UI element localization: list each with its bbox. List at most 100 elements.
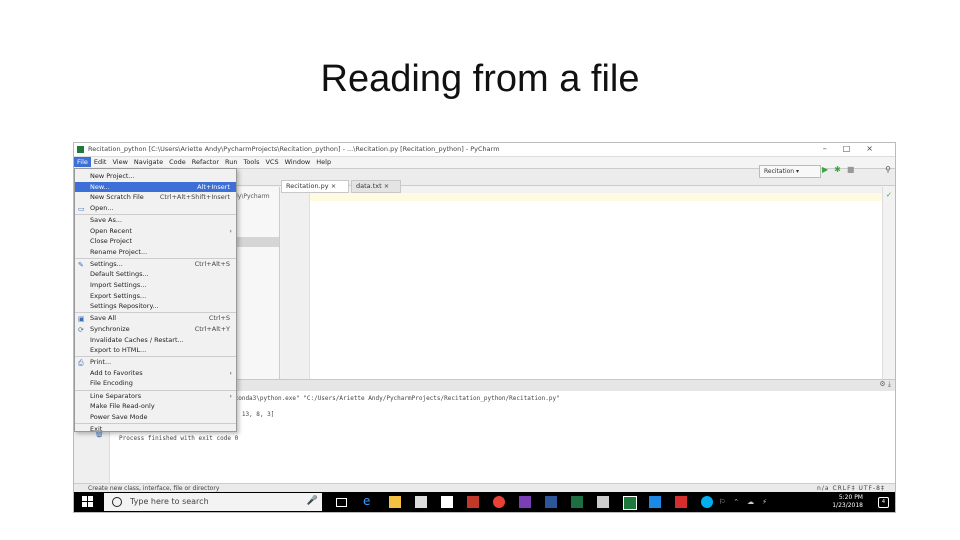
console-exit-message: Process finished with exit code 0 [119, 435, 239, 442]
run-toolbar: ▶✱■ [822, 165, 860, 174]
file-menu-item-label: New... [90, 182, 110, 191]
excel-icon[interactable] [571, 496, 583, 508]
file-menu-item-label: Open Recent [90, 226, 132, 235]
code-editor[interactable] [310, 193, 882, 379]
chrome-icon[interactable] [493, 496, 505, 508]
file-menu-item-label: Print... [90, 358, 112, 367]
file-menu-item-label: Open... [90, 203, 114, 212]
search-everywhere-icon[interactable]: ⚲ [885, 165, 891, 174]
file-menu-item-label: New Scratch File [90, 193, 144, 202]
camera-app-icon[interactable] [467, 496, 479, 508]
app-icon[interactable] [649, 496, 661, 508]
edge-icon[interactable]: e [363, 494, 375, 508]
clock-date: 1/23/2018 [832, 502, 863, 509]
file-menu-item[interactable]: ▣ Save All Ctrl+S [75, 313, 236, 323]
settings-gear-icon[interactable]: ⚙ ⤓ [879, 380, 891, 389]
file-menu-item[interactable]: Default Settings... [75, 269, 236, 279]
onenote-icon[interactable] [519, 496, 531, 508]
file-menu-item[interactable]: Invalidate Caches / Restart... [75, 335, 236, 345]
debug-icon[interactable]: ✱ [834, 165, 847, 174]
file-menu-item[interactable]: Settings Repository... [75, 301, 236, 311]
tab-recitation-py[interactable]: Recitation.py × [281, 180, 349, 193]
pycharm-screenshot: Recitation_python [C:\Users\Ariette Andy… [73, 142, 896, 513]
notification-icon[interactable]: 4 [878, 497, 889, 508]
run-config-select[interactable]: Recitation ▾ [759, 165, 821, 178]
word-icon[interactable] [545, 496, 557, 508]
file-menu-item[interactable]: ▭ Open... [75, 203, 236, 213]
menu-vcs[interactable]: VCS [262, 157, 281, 167]
file-menu-item[interactable]: Export to HTML... [75, 345, 236, 355]
system-tray[interactable]: ⚐⌃☁⚡ [719, 498, 775, 506]
file-menu-item-label: Rename Project... [90, 247, 148, 256]
file-menu-item[interactable]: Save As... [75, 215, 236, 225]
microphone-icon[interactable]: 🎤 [307, 496, 318, 506]
menu-code[interactable]: Code [166, 157, 189, 167]
file-menu-item[interactable]: Rename Project... [75, 247, 236, 257]
submenu-arrow-icon: › [229, 226, 232, 235]
run-icon[interactable]: ▶ [822, 165, 834, 174]
file-menu-item-label: Settings Repository... [90, 302, 159, 311]
window-controls[interactable]: –□× [823, 144, 889, 153]
menu-file[interactable]: File [74, 157, 91, 167]
file-menu-item-label: Close Project [90, 237, 133, 246]
folder-icon: ▭ [78, 204, 85, 213]
menu-run[interactable]: Run [222, 157, 240, 167]
file-menu-item[interactable]: Make File Read-only [75, 401, 236, 411]
windows-taskbar: Type here to search 🎤 e ⚐⌃☁⚡ 5:20 PM 1/2… [74, 492, 895, 512]
taskbar-clock[interactable]: 5:20 PM 1/23/2018 [832, 494, 863, 510]
file-menu-item[interactable]: File Encoding [75, 378, 236, 388]
editor-gutter [281, 193, 310, 379]
file-menu-item[interactable]: Export Settings... [75, 291, 236, 301]
taskbar-search[interactable]: Type here to search 🎤 [104, 493, 322, 511]
file-menu-item-label: Invalidate Caches / Restart... [90, 335, 184, 344]
minimize-button[interactable]: – [823, 144, 843, 153]
save-icon: ▣ [78, 315, 85, 324]
file-menu-item[interactable]: ⟳ Synchronize Ctrl+Alt+Y [75, 324, 236, 334]
file-menu-item-label: New Project... [90, 172, 135, 180]
submenu-arrow-icon: › [229, 391, 232, 400]
menu-view[interactable]: View [109, 157, 130, 167]
file-menu-item[interactable]: New Scratch File Ctrl+Alt+Shift+Insert [75, 192, 236, 202]
file-menu-item-label: Save All [90, 314, 117, 323]
file-menu-item[interactable]: Exit [75, 424, 236, 434]
editor-right-strip [882, 187, 895, 379]
store-icon[interactable] [415, 496, 427, 508]
file-menu-item[interactable]: Close Project [75, 236, 236, 246]
menu-window[interactable]: Window [282, 157, 314, 167]
calculator-icon[interactable] [597, 496, 609, 508]
pycharm-icon [77, 146, 84, 153]
file-menu-item[interactable]: New Project... [75, 171, 236, 181]
file-menu-item[interactable]: New... Alt+Insert [75, 181, 236, 192]
close-button[interactable]: × [866, 144, 889, 153]
mail-icon[interactable] [441, 496, 453, 508]
taskbar-search-placeholder: Type here to search [130, 497, 209, 506]
acrobat-icon[interactable] [675, 496, 687, 508]
status-message: Create new class, interface, file or dir… [88, 485, 220, 492]
file-menu-item[interactable]: Import Settings... [75, 280, 236, 290]
file-menu-item-label: File Encoding [90, 379, 133, 388]
tab-data-txt[interactable]: data.txt × [351, 180, 401, 193]
windows-start-icon[interactable] [82, 496, 94, 508]
file-menu-item[interactable]: Line Separators › [75, 391, 236, 401]
skype-icon[interactable] [701, 496, 713, 508]
menu-navigate[interactable]: Navigate [131, 157, 166, 167]
menu-help[interactable]: Help [313, 157, 334, 167]
stop-icon[interactable]: ■ [847, 165, 861, 174]
file-menu-item[interactable]: Open Recent › [75, 226, 236, 236]
menu-edit[interactable]: Edit [91, 157, 110, 167]
file-menu-item[interactable]: ✎ Settings... Ctrl+Alt+S [75, 259, 236, 269]
menu-tools[interactable]: Tools [240, 157, 262, 167]
file-menu-item[interactable]: Add to Favorites › [75, 368, 236, 378]
print-icon: ⎙ [78, 359, 84, 368]
maximize-button[interactable]: □ [843, 144, 867, 153]
slide-title: Reading from a file [320, 58, 640, 100]
file-explorer-icon[interactable] [389, 496, 401, 508]
file-menu-item[interactable]: Power Save Mode [75, 412, 236, 422]
file-menu-item[interactable]: ⎙ Print... [75, 357, 236, 367]
pycharm-taskbar-icon[interactable] [623, 496, 637, 510]
file-menu-item-label: Import Settings... [90, 281, 147, 289]
menu-refactor[interactable]: Refactor [189, 157, 222, 167]
task-view-icon[interactable] [336, 498, 347, 507]
file-menu-item-label: Power Save Mode [90, 412, 148, 421]
file-menu-item-label: Settings... [90, 259, 123, 268]
